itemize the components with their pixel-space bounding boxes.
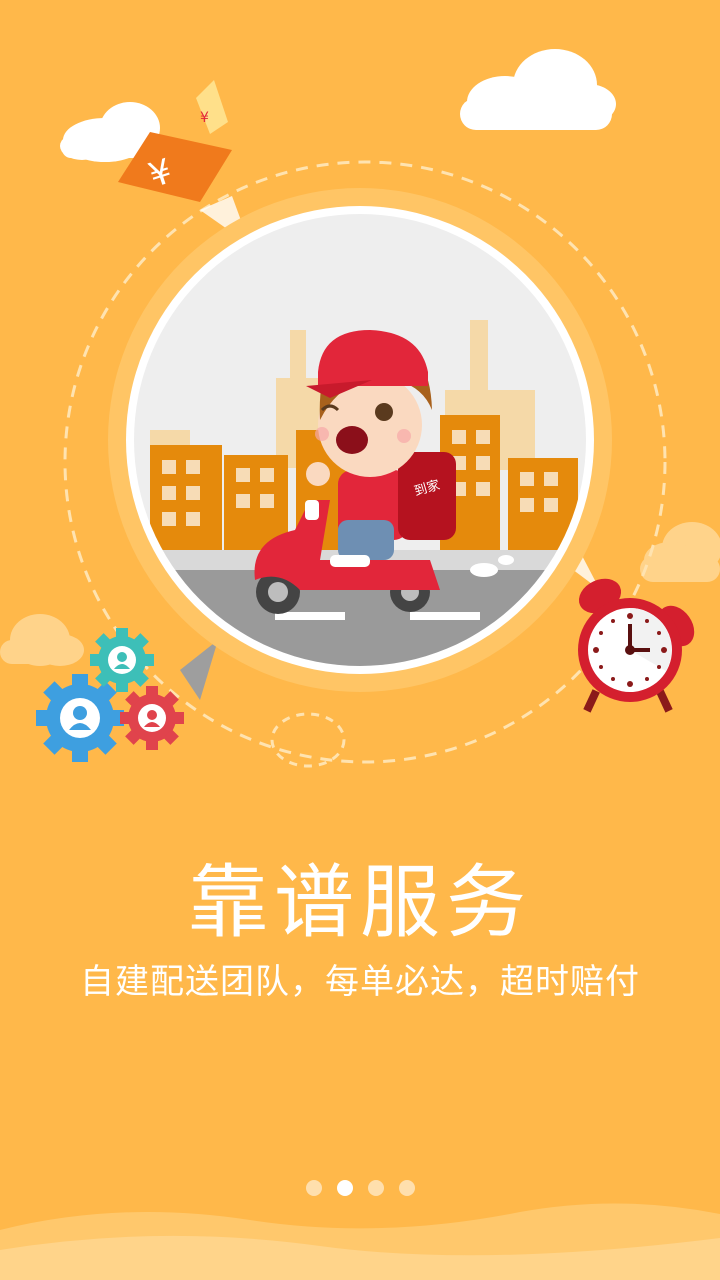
onboarding-subtitle: 自建配送团队，每单必达，超时赔付 — [80, 962, 640, 1002]
page-indicator — [0, 1180, 720, 1198]
onboarding-illustration: ¥ ¥ 到家 — [0, 49, 720, 768]
gear-icon — [90, 628, 154, 692]
alarm-clock-icon — [578, 578, 695, 713]
page-dot-3[interactable] — [367, 1180, 384, 1196]
gear-icon — [120, 686, 184, 750]
page-dot-4[interactable] — [398, 1180, 415, 1196]
bottom-wave — [0, 1203, 720, 1280]
gear-icon — [36, 674, 124, 762]
onboarding-title: 靠谱服务 — [188, 856, 532, 949]
cloud-icon — [460, 49, 616, 130]
onboarding-screen[interactable]: ¥ ¥ 到家 靠谱服务 自建配送团队，每单必达，超时赔付 — [0, 0, 720, 1280]
cloud-icon — [0, 614, 84, 666]
page-dot-2-active[interactable] — [336, 1180, 353, 1196]
page-dot-1[interactable] — [305, 1180, 322, 1196]
svg-text:¥: ¥ — [200, 110, 209, 126]
